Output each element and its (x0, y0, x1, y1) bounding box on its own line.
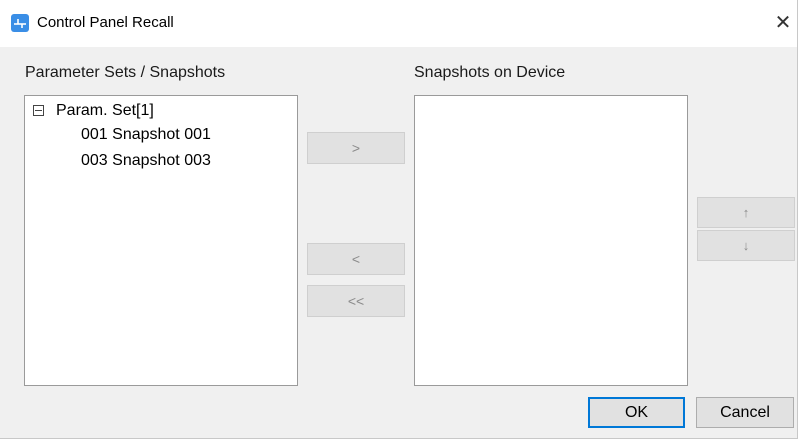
tree-item-snapshot[interactable]: 001 Snapshot 001 (81, 125, 211, 145)
tree-node-label: Param. Set[1] (56, 102, 154, 119)
close-button[interactable]: ✕ (769, 8, 797, 38)
snapshots-on-device-list[interactable] (414, 95, 688, 386)
window-title: Control Panel Recall (37, 14, 174, 31)
move-down-button[interactable]: ↓ (697, 230, 795, 261)
remove-all-snapshots-button[interactable]: << (307, 285, 405, 317)
snapshots-on-device-label: Snapshots on Device (414, 64, 566, 81)
control-panel-recall-dialog: Control Panel Recall ✕ Parameter Sets / … (0, 0, 798, 439)
cancel-button[interactable]: Cancel (696, 397, 794, 428)
ok-button[interactable]: OK (588, 397, 685, 428)
collapse-toggle-icon[interactable] (33, 105, 44, 116)
tree-node-param-set[interactable]: Param. Set[1] (25, 100, 295, 122)
move-up-button[interactable]: ↑ (697, 197, 795, 228)
add-snapshot-button[interactable]: > (307, 132, 405, 164)
parameter-sets-tree[interactable]: Param. Set[1] 001 Snapshot 001 003 Snaps… (24, 95, 298, 386)
app-logo-icon (11, 14, 29, 32)
close-icon: ✕ (774, 12, 792, 34)
parameter-sets-label: Parameter Sets / Snapshots (25, 64, 226, 81)
title-bar[interactable]: Control Panel Recall ✕ (0, 0, 797, 47)
tree-item-snapshot[interactable]: 003 Snapshot 003 (81, 151, 211, 171)
remove-snapshot-button[interactable]: < (307, 243, 405, 275)
